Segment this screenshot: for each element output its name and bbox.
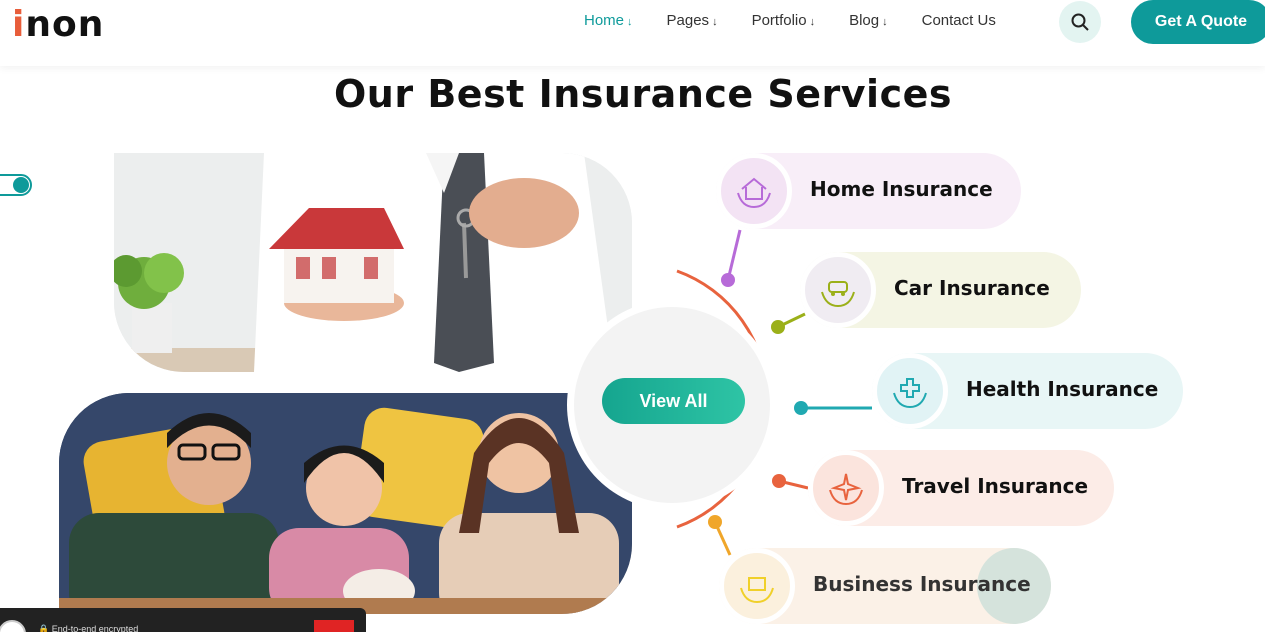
- chat-encrypted-text: 🔒 End-to-end encrypted: [38, 624, 139, 632]
- dot-business: [708, 515, 722, 529]
- site-header: inon Home ↓ Pages ↓ Portfolio ↓ Blog ↓ Conta…: [0, 0, 1265, 66]
- chat-close-button[interactable]: [314, 620, 354, 632]
- chevron-down-icon: ↓: [627, 16, 633, 28]
- nav-label: Portfolio: [751, 12, 807, 29]
- travel-hands-icon: [808, 450, 884, 526]
- business-hands-icon: [719, 548, 795, 624]
- home-hands-icon: [716, 153, 792, 229]
- dot-health: [794, 401, 808, 415]
- service-label: Travel Insurance: [902, 474, 1089, 498]
- get-a-quote-button[interactable]: Get A Quote: [1131, 0, 1265, 44]
- nav-item-portfolio[interactable]: Portfolio ↓: [752, 12, 816, 29]
- health-hands-icon: [872, 353, 948, 429]
- nav-label: Pages: [666, 12, 710, 29]
- service-label: Car Insurance: [894, 276, 1050, 300]
- service-label: Health Insurance: [966, 377, 1159, 401]
- dot-home: [721, 273, 735, 287]
- logo[interactable]: inon: [12, 4, 104, 45]
- page: inon Home ↓ Pages ↓ Portfolio ↓ Blog ↓ Conta…: [0, 0, 1265, 632]
- chevron-down-icon: ↓: [882, 16, 888, 28]
- service-home-insurance[interactable]: Home Insurance: [716, 153, 1021, 229]
- nav-label: Contact Us: [921, 12, 996, 29]
- connector-home: [726, 229, 742, 281]
- service-business-insurance[interactable]: Business Insurance: [719, 548, 1051, 624]
- logo-letter: i: [12, 4, 26, 45]
- service-health-insurance[interactable]: Health Insurance: [872, 353, 1183, 429]
- service-car-insurance[interactable]: Car Insurance: [800, 252, 1081, 328]
- nav-item-contact[interactable]: Contact Us: [922, 12, 996, 29]
- nav-item-home[interactable]: Home ↓: [584, 12, 633, 29]
- dot-travel: [772, 474, 786, 488]
- dot-car: [771, 320, 785, 334]
- view-all-button[interactable]: View All: [602, 378, 745, 424]
- service-label: Business Insurance: [813, 572, 1031, 596]
- chevron-down-icon: ↓: [809, 16, 816, 28]
- service-travel-insurance[interactable]: Travel Insurance: [808, 450, 1114, 526]
- nav-item-pages[interactable]: Pages ↓: [667, 12, 718, 29]
- search-icon: [1071, 13, 1089, 31]
- nav-item-blog[interactable]: Blog ↓: [849, 12, 888, 29]
- nav-label: Home: [584, 12, 625, 29]
- search-button[interactable]: [1059, 1, 1101, 43]
- main-nav: Home ↓ Pages ↓ Portfolio ↓ Blog ↓ Contact Us: [584, 12, 1030, 29]
- chat-widget-bar[interactable]: 🔒 End-to-end encrypted: [0, 608, 366, 632]
- logo-text: non: [25, 4, 105, 45]
- chevron-down-icon: ↓: [712, 16, 718, 28]
- car-hands-icon: [800, 252, 876, 328]
- service-label: Home Insurance: [810, 177, 993, 201]
- nav-label: Blog: [849, 12, 880, 29]
